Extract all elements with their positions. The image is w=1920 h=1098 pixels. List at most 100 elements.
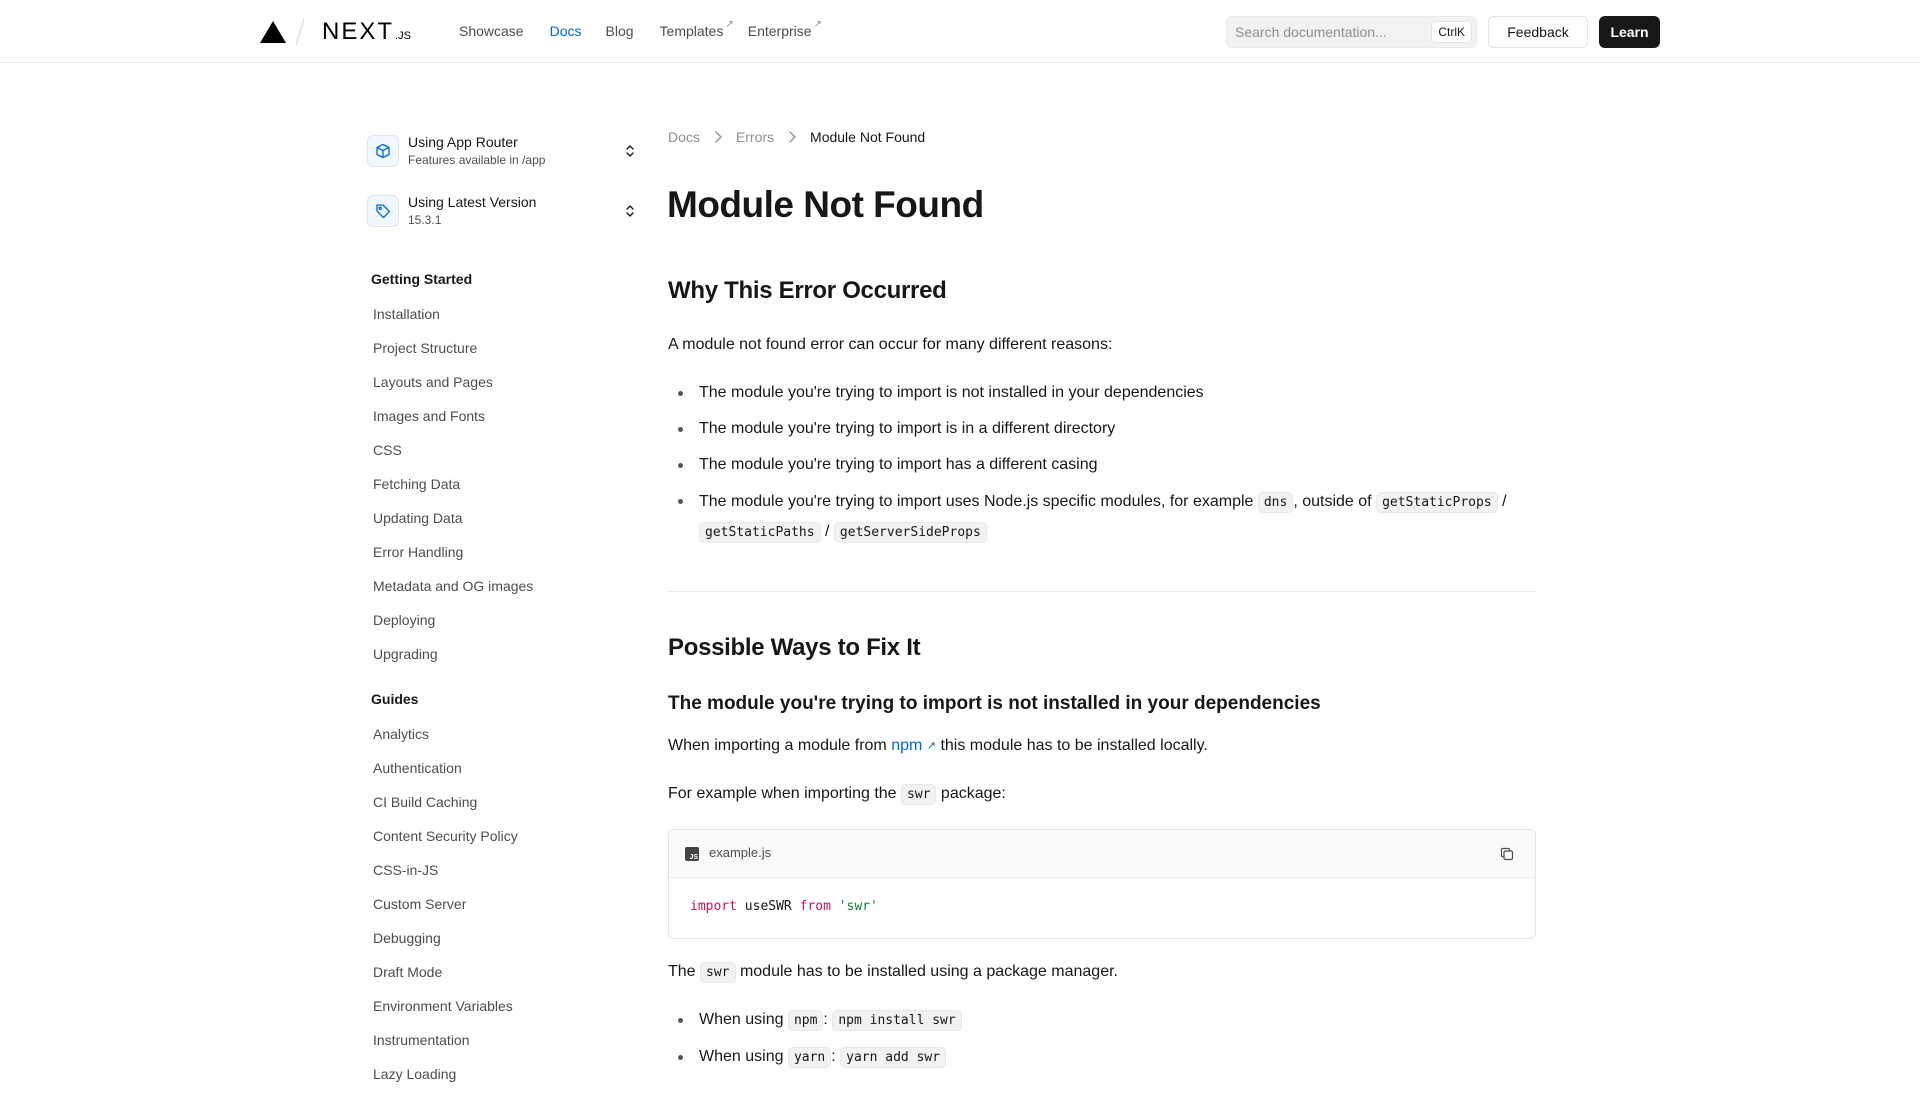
inline-code: npm xyxy=(787,1010,824,1031)
separator-text: / xyxy=(1497,493,1507,510)
nav-label: Enterprise xyxy=(747,23,812,39)
sidebar-item-installation[interactable]: Installation xyxy=(373,304,533,338)
chevron-up-down-icon xyxy=(623,140,637,162)
nav-templates[interactable]: Templates ↗ xyxy=(659,19,734,39)
sidebar-item-custom-server[interactable]: Custom Server xyxy=(373,894,518,928)
sidebar-item-analytics[interactable]: Analytics xyxy=(373,724,518,758)
sidebar-item-css[interactable]: CSS xyxy=(373,440,533,474)
version-switcher[interactable]: Using Latest Version 15.3.1 xyxy=(367,191,637,233)
breadcrumb-docs[interactable]: Docs xyxy=(668,129,700,145)
router-switcher-subtitle: Features available in /app xyxy=(408,153,546,167)
section-divider xyxy=(668,591,1536,592)
link-text: npm xyxy=(891,737,923,754)
heading-not-installed[interactable]: The module you're trying to import is no… xyxy=(668,693,1321,715)
sidebar-item-content-security-policy[interactable]: Content Security Policy xyxy=(373,826,518,860)
search-input[interactable] xyxy=(1235,23,1425,41)
sidebar-item-fetching-data[interactable]: Fetching Data xyxy=(373,474,533,508)
sidebar-list-getting-started: Installation Project Structure Layouts a… xyxy=(373,304,533,678)
copy-icon[interactable] xyxy=(1497,844,1517,864)
list-item: The module you're trying to import uses … xyxy=(668,487,1538,547)
list-item: When using npm: npm install swr xyxy=(668,1006,1538,1035)
learn-button[interactable]: Learn xyxy=(1599,16,1660,48)
breadcrumb-errors[interactable]: Errors xyxy=(736,129,774,145)
inline-code: getStaticProps xyxy=(1376,492,1498,513)
reasons-list: The module you're trying to import is no… xyxy=(668,379,1538,555)
paragraph-text: For example when importing the xyxy=(668,785,901,802)
nextjs-logo[interactable]: NEXT.JS xyxy=(322,18,411,46)
chevron-up-down-icon xyxy=(623,200,637,222)
external-link-icon: ↗ xyxy=(725,19,734,30)
list-item: The module you're trying to import is in… xyxy=(668,415,1538,443)
inline-code: npm install swr xyxy=(832,1010,962,1031)
chevron-right-icon xyxy=(774,131,810,143)
sidebar-item-css-in-js[interactable]: CSS-in-JS xyxy=(373,860,518,894)
heading-possible-fixes[interactable]: Possible Ways to Fix It xyxy=(668,634,921,662)
sidebar-item-debugging[interactable]: Debugging xyxy=(373,928,518,962)
inline-code: yarn add swr xyxy=(840,1047,947,1068)
why-intro: A module not found error can occur for m… xyxy=(668,336,1113,353)
inline-code: getServerSideProps xyxy=(833,522,987,543)
inline-code: getStaticPaths xyxy=(699,522,821,543)
sidebar-section-getting-started[interactable]: Getting Started xyxy=(371,271,472,287)
npm-paragraph: When importing a module from npm ↗ this … xyxy=(668,732,1208,760)
list-text: : xyxy=(823,1011,833,1028)
external-link-icon: ↗ xyxy=(926,740,936,752)
tag-icon xyxy=(367,195,399,227)
external-link-icon: ↗ xyxy=(813,19,822,30)
nav-docs[interactable]: Docs xyxy=(550,23,582,39)
sidebar-item-metadata[interactable]: Metadata and OG images xyxy=(373,576,533,610)
list-text: When using xyxy=(699,1048,788,1065)
chevron-right-icon xyxy=(700,131,736,143)
logo-suffix: .JS xyxy=(395,30,411,42)
sidebar-item-upgrading[interactable]: Upgrading xyxy=(373,644,533,678)
code-keyword: from xyxy=(799,899,831,914)
feedback-button[interactable]: Feedback xyxy=(1488,16,1588,48)
sidebar-item-deploying[interactable]: Deploying xyxy=(373,610,533,644)
sidebar-item-layouts-and-pages[interactable]: Layouts and Pages xyxy=(373,372,533,406)
package-manager-list: When using npm: npm install swr When usi… xyxy=(668,1006,1538,1080)
inline-code: yarn xyxy=(787,1047,832,1068)
sidebar-item-project-structure[interactable]: Project Structure xyxy=(373,338,533,372)
top-navigation: NEXT.JS Showcase Docs Blog Templates ↗ En… xyxy=(0,0,1920,63)
list-text: : xyxy=(831,1048,841,1065)
sidebar-item-draft-mode[interactable]: Draft Mode xyxy=(373,962,518,996)
sidebar-item-ci-build-caching[interactable]: CI Build Caching xyxy=(373,792,518,826)
npm-link[interactable]: npm ↗ xyxy=(891,737,936,754)
example-paragraph: For example when importing the swr packa… xyxy=(668,780,1006,809)
page-title: Module Not Found xyxy=(667,184,984,225)
search-shortcut-badge: CtrlK xyxy=(1431,21,1472,43)
sidebar-item-instrumentation[interactable]: Instrumentation xyxy=(373,1030,518,1064)
nav-label: Templates xyxy=(659,23,724,39)
code-filename: example.js xyxy=(709,845,772,860)
code-block-header: JS example.js xyxy=(669,830,1535,878)
router-switcher[interactable]: Using App Router Features available in /… xyxy=(367,131,637,173)
code-identifier: useSWR xyxy=(736,899,800,914)
nav-enterprise[interactable]: Enterprise ↗ xyxy=(747,19,822,39)
search-box[interactable]: CtrlK xyxy=(1226,16,1477,48)
code-keyword: import xyxy=(690,899,737,914)
nav-showcase[interactable]: Showcase xyxy=(459,23,524,39)
paragraph-text: package: xyxy=(936,785,1006,802)
version-switcher-subtitle: 15.3.1 xyxy=(408,213,442,227)
nav-label: Showcase xyxy=(459,23,524,39)
logo-text: NEXT xyxy=(322,18,395,45)
sidebar-item-error-handling[interactable]: Error Handling xyxy=(373,542,533,576)
reason-text: , outside of xyxy=(1293,493,1377,510)
nav-blog[interactable]: Blog xyxy=(606,23,634,39)
sidebar-item-environment-variables[interactable]: Environment Variables xyxy=(373,996,518,1030)
sidebar-item-lazy-loading[interactable]: Lazy Loading xyxy=(373,1064,518,1098)
inline-code: swr xyxy=(901,784,937,805)
code-string: 'swr' xyxy=(830,899,878,914)
paragraph-text: The xyxy=(668,963,701,980)
sidebar-item-authentication[interactable]: Authentication xyxy=(373,758,518,792)
heading-why-error[interactable]: Why This Error Occurred xyxy=(668,277,947,305)
separator-text: / xyxy=(820,523,834,540)
breadcrumb-current: Module Not Found xyxy=(810,129,926,145)
logo-divider xyxy=(295,18,305,46)
sidebar-item-images-and-fonts[interactable]: Images and Fonts xyxy=(373,406,533,440)
vercel-logo-icon[interactable] xyxy=(260,21,286,43)
sidebar-item-updating-data[interactable]: Updating Data xyxy=(373,508,533,542)
sidebar-section-guides[interactable]: Guides xyxy=(371,691,418,707)
version-switcher-title: Using Latest Version xyxy=(408,194,537,210)
list-text: When using xyxy=(699,1011,788,1028)
